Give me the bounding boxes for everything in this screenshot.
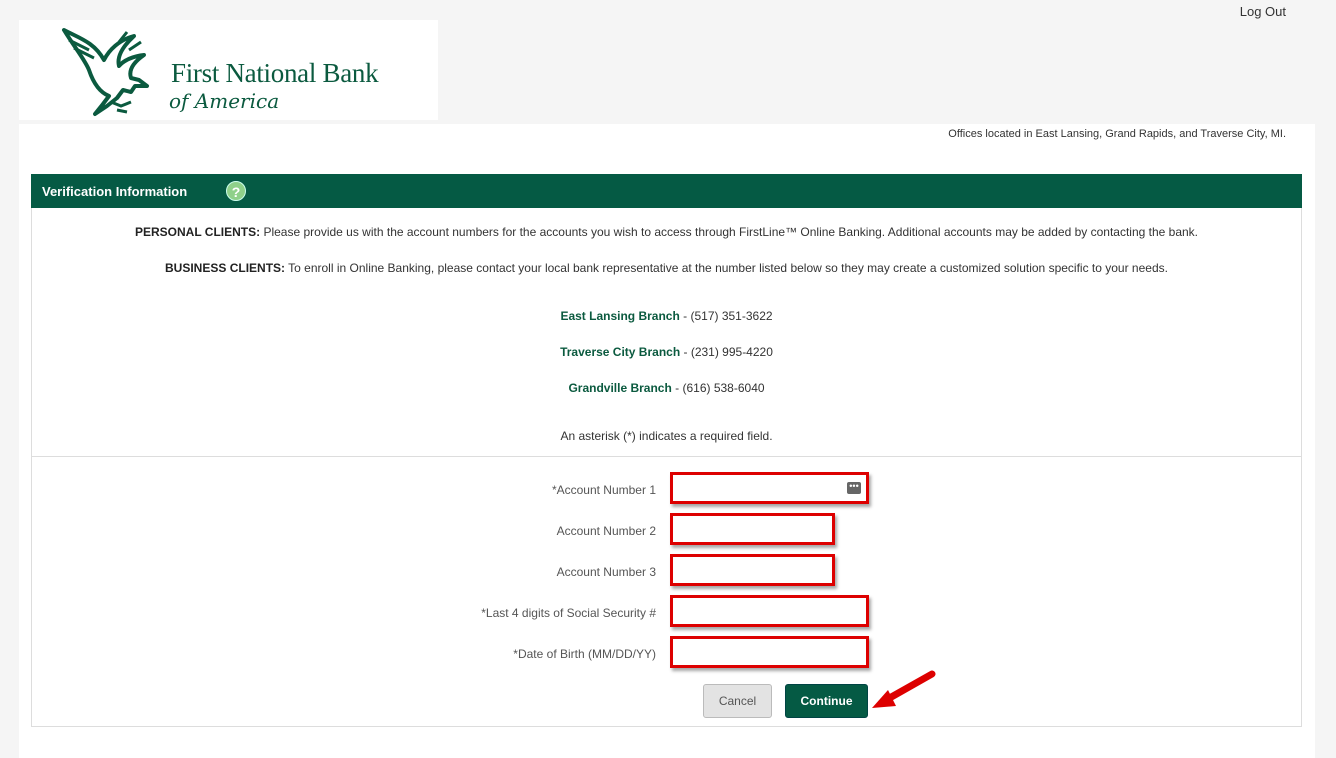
business-clients-label: BUSINESS CLIENTS: [165,261,286,275]
account-number-3-label: Account Number 3 [556,565,656,579]
account-number-1-input[interactable] [670,472,869,504]
bank-logo: First National Bank of America [19,20,438,120]
offices-text: Offices located in East Lansing, Grand R… [948,128,1286,140]
bank-name: First National Bank [171,58,379,88]
account-number-2-label: Account Number 2 [556,524,656,538]
red-arrow-icon [872,670,936,708]
date-of-birth-input[interactable] [670,636,869,668]
bank-subtitle: of America [169,89,280,113]
help-icon[interactable]: ? [226,181,246,201]
branch-east-lansing: East Lansing Branch - (517) 351-3622 [32,309,1301,323]
account-number-3-input[interactable] [670,554,835,586]
personal-clients-label: PERSONAL CLIENTS: [135,225,261,239]
logout-link[interactable]: Log Out [1240,4,1286,19]
branch-grandville: Grandville Branch - (616) 538-6040 [32,381,1301,395]
ssn-last4-label: *Last 4 digits of Social Security # [481,606,656,620]
section-header: Verification Information ? [31,174,1302,208]
branch-phone: - (517) 351-3622 [679,309,773,323]
required-note: An asterisk (*) indicates a required fie… [560,429,773,443]
password-manager-icon[interactable]: ••• [847,482,861,494]
branch-traverse-city: Traverse City Branch - (231) 995-4220 [32,345,1301,359]
continue-button[interactable]: Continue [785,684,868,718]
main-content: Offices located in East Lansing, Grand R… [19,124,1315,758]
date-of-birth-label: *Date of Birth (MM/DD/YY) [513,647,656,661]
business-clients-body: To enroll in Online Banking, please cont… [285,261,1168,275]
section-title: Verification Information [42,184,188,199]
ssn-last4-input[interactable] [670,595,869,627]
personal-clients-body: Please provide us with the account numbe… [260,225,1198,239]
divider [32,456,1301,457]
branch-name: East Lansing Branch [560,309,680,323]
account-number-1-label: *Account Number 1 [551,483,656,497]
personal-clients-text: PERSONAL CLIENTS: Please provide us with… [32,225,1301,239]
branch-name: Grandville Branch [568,381,672,395]
branch-phone: - (616) 538-6040 [671,381,765,395]
business-clients-text: BUSINESS CLIENTS: To enroll in Online Ba… [32,261,1301,275]
branch-phone: - (231) 995-4220 [680,345,773,359]
cancel-button[interactable]: Cancel [703,684,772,718]
eagle-icon [62,28,149,116]
verification-panel: PERSONAL CLIENTS: Please provide us with… [31,208,1302,727]
branch-name: Traverse City Branch [560,345,681,359]
account-number-2-input[interactable] [670,513,835,545]
